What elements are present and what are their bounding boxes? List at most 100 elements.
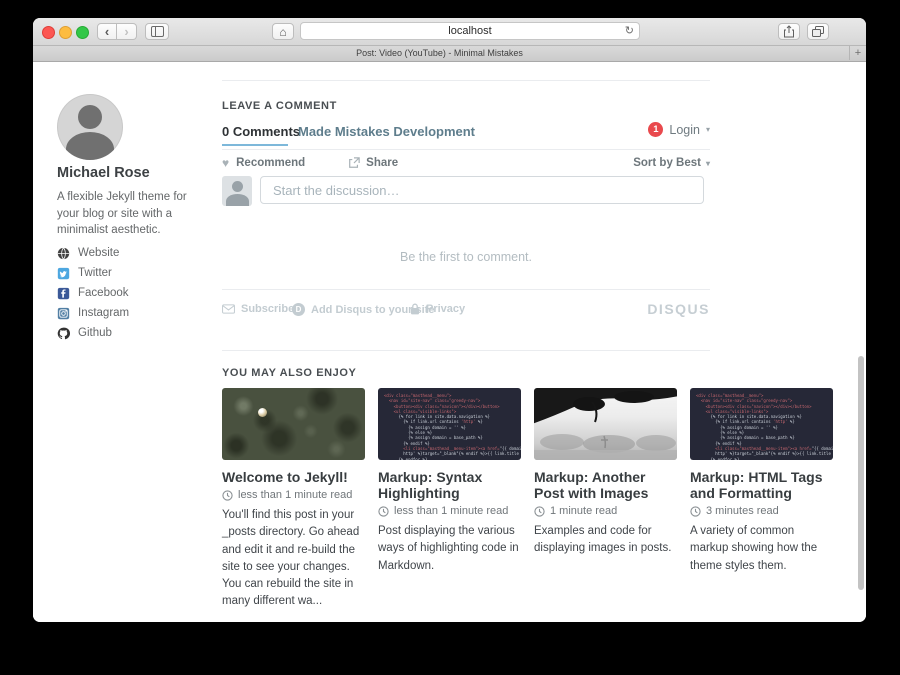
reload-icon[interactable]: ↻ <box>625 24 634 37</box>
sidebar-item-instagram[interactable]: Instagram <box>57 303 207 323</box>
related-post-card[interactable]: <div class="masthead__menu"> <nav id="si… <box>690 388 833 611</box>
divider <box>222 149 710 150</box>
sidebar-icon <box>151 26 164 37</box>
chevron-down-icon: ▾ <box>706 159 710 168</box>
related-post-card[interactable]: Welcome to Jekyll! less than 1 minute re… <box>222 388 365 611</box>
share-icon <box>784 25 794 38</box>
safari-window: ‹ › ⌂ localhost ↻ Post: Video (YouTube) … <box>33 18 866 622</box>
instagram-icon <box>57 307 70 320</box>
url-text: localhost <box>301 25 639 37</box>
author-links: Website Twitter Facebook Instagram Githu… <box>57 243 207 343</box>
post-meta: 3 minutes read <box>690 505 833 517</box>
related-heading: YOU MAY ALSO ENJOY <box>222 367 356 379</box>
post-excerpt: Post displaying the various ways of high… <box>378 523 521 575</box>
post-excerpt: You'll find this post in your _posts dir… <box>222 507 365 611</box>
facebook-icon <box>57 287 70 300</box>
link-label: Twitter <box>78 267 112 279</box>
vertical-scrollbar[interactable] <box>858 356 864 590</box>
login-control[interactable]: 1 Login ▾ <box>648 122 710 137</box>
back-icon: ‹ <box>105 25 109 38</box>
author-bio: A flexible Jekyll theme for your blog or… <box>57 189 199 239</box>
link-label: Website <box>78 247 119 259</box>
commenter-avatar <box>222 176 252 206</box>
sidebar-item-facebook[interactable]: Facebook <box>57 283 207 303</box>
link-label: Instagram <box>78 307 129 319</box>
envelope-icon <box>222 304 235 314</box>
comments-heading: LEAVE A COMMENT <box>222 100 337 112</box>
post-meta: less than 1 minute read <box>378 505 521 517</box>
minimize-window-button[interactable] <box>59 26 72 39</box>
home-button[interactable]: ⌂ <box>272 23 294 40</box>
related-post-card[interactable]: <div class="masthead__menu"> <nav id="si… <box>378 388 521 611</box>
post-excerpt: Examples and code for displaying images … <box>534 523 677 558</box>
clock-icon <box>534 506 545 517</box>
sidebar-item-github[interactable]: Github <box>57 323 207 343</box>
tab-overview-button[interactable] <box>807 23 829 40</box>
post-thumbnail-code: <div class="masthead__menu"> <nav id="si… <box>378 388 521 460</box>
avatar-silhouette <box>78 105 102 129</box>
link-label: Github <box>78 327 112 339</box>
clock-icon <box>378 506 389 517</box>
lock-icon <box>410 303 420 315</box>
divider <box>222 350 710 351</box>
new-tab-button[interactable]: + <box>849 46 866 60</box>
link-label: Facebook <box>78 287 129 299</box>
sidebar-toggle-button[interactable] <box>145 23 169 40</box>
clock-icon <box>222 490 233 501</box>
home-icon: ⌂ <box>279 25 286 39</box>
share-button[interactable] <box>778 23 800 40</box>
zoom-window-button[interactable] <box>76 26 89 39</box>
forward-icon: › <box>124 25 128 38</box>
login-label: Login <box>669 123 700 137</box>
heart-icon: ♥ <box>222 156 229 170</box>
tab-bar: Post: Video (YouTube) - Minimal Mistakes… <box>33 46 866 62</box>
active-tab-underline <box>222 144 288 146</box>
related-post-card[interactable]: Markup: Another Post with Images 1 minut… <box>534 388 677 611</box>
divider <box>222 289 710 290</box>
post-meta: less than 1 minute read <box>222 489 365 501</box>
browser-toolbar: ‹ › ⌂ localhost ↻ <box>33 18 866 46</box>
globe-icon <box>57 247 70 260</box>
privacy-button[interactable]: Privacy <box>410 303 465 315</box>
recommend-button[interactable]: Recommend <box>236 157 305 169</box>
sidebar-item-website[interactable]: Website <box>57 243 207 263</box>
active-tab[interactable]: Post: Video (YouTube) - Minimal Mistakes <box>33 48 846 58</box>
sidebar-item-twitter[interactable]: Twitter <box>57 263 207 283</box>
post-title[interactable]: Markup: Another Post with Images <box>534 469 677 501</box>
close-window-button[interactable] <box>42 26 55 39</box>
disqus-footer: Subscribe D Add Disqus to your site Priv… <box>222 303 710 319</box>
sort-by-dropdown[interactable]: Sort by Best ▾ <box>633 157 710 169</box>
post-thumbnail-code: <div class="masthead__menu"> <nav id="si… <box>690 388 833 460</box>
disqus-d-icon: D <box>292 303 305 316</box>
share-thread-button[interactable]: Share <box>348 157 398 169</box>
author-name: Michael Rose <box>57 165 150 181</box>
disqus-logo[interactable]: DISQUS <box>647 301 710 317</box>
clock-icon <box>690 506 701 517</box>
forward-button[interactable]: › <box>117 23 137 40</box>
comment-input[interactable] <box>260 176 704 204</box>
address-bar[interactable]: localhost ↻ <box>300 22 640 40</box>
tabs-icon <box>812 26 824 37</box>
related-posts: Welcome to Jekyll! less than 1 minute re… <box>222 388 835 611</box>
post-title[interactable]: Markup: Syntax Highlighting <box>378 469 521 501</box>
notification-badge: 1 <box>648 122 663 137</box>
post-meta: 1 minute read <box>534 505 677 517</box>
divider <box>222 80 710 81</box>
tab-comment-count[interactable]: 0 Comments <box>222 124 300 139</box>
post-excerpt: A variety of common markup showing how t… <box>690 523 833 575</box>
desktop-background: ‹ › ⌂ localhost ↻ Post: Video (YouTube) … <box>0 0 900 675</box>
history-nav-group: ‹ › <box>97 23 137 40</box>
post-title[interactable]: Markup: HTML Tags and Formatting <box>690 469 833 501</box>
author-avatar <box>57 94 123 160</box>
discussion-actions: ♥ Recommend Share Sort by Best ▾ <box>222 156 710 170</box>
empty-state-message: Be the first to comment. <box>222 250 710 264</box>
share-arrow-icon <box>348 157 360 169</box>
post-title[interactable]: Welcome to Jekyll! <box>222 469 365 485</box>
tab-community-link[interactable]: Made Mistakes Development <box>298 124 475 139</box>
chevron-down-icon: ▾ <box>706 125 710 134</box>
subscribe-button[interactable]: Subscribe <box>222 303 294 315</box>
tree-silhouette <box>534 388 677 460</box>
back-button[interactable]: ‹ <box>97 23 117 40</box>
twitter-icon <box>57 267 70 280</box>
github-icon <box>57 327 70 340</box>
